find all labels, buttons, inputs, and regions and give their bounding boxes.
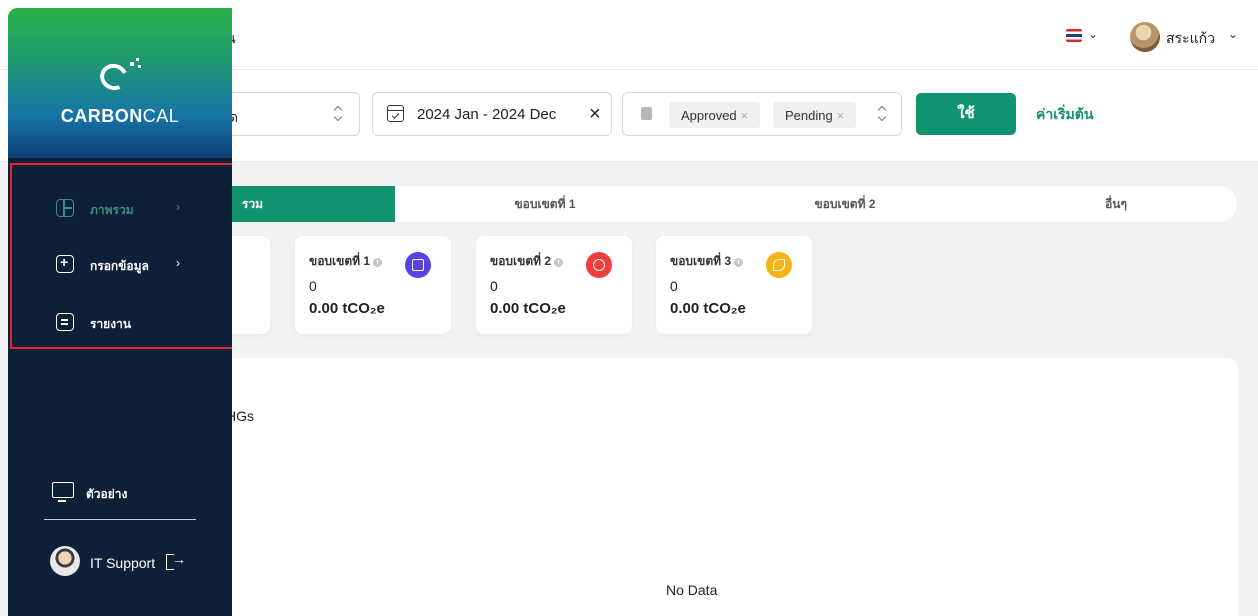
brand-header: CARBONCAL — [8, 8, 232, 158]
language-chevron-down-icon[interactable]: ⌄ — [1088, 27, 1098, 41]
user-name[interactable]: สระแก้ว — [1166, 28, 1215, 50]
clipboard-icon — [641, 107, 652, 120]
brand-name-light: CAL — [142, 106, 180, 126]
monitor-icon — [52, 482, 74, 502]
card-emission-value: 0.00 tCO₂e — [309, 300, 385, 317]
ghg-chart-panel: HGs No Data — [160, 358, 1238, 616]
support-user-name[interactable]: IT Support — [90, 555, 155, 571]
sidebar-item-label: ตัวอย่าง — [86, 487, 128, 501]
calendar-icon — [387, 105, 404, 122]
report-icon — [56, 313, 74, 331]
sidebar-item-data-entry[interactable]: + กรอกข้อมูล › — [12, 245, 232, 285]
support-avatar[interactable] — [50, 546, 80, 576]
sidebar-item-example[interactable]: ตัวอย่าง — [52, 482, 212, 506]
info-icon[interactable]: i — [373, 258, 383, 267]
status-tag-label: Pending — [785, 108, 833, 123]
status-tag-label: Approved — [681, 108, 737, 123]
status-tag-approved: Approved × — [669, 102, 761, 128]
remove-tag-icon[interactable]: × — [837, 108, 845, 123]
scope-card-1: ขอบเขตที่ 1i 0 0.00 tCO₂e — [295, 236, 451, 334]
scope-tabs: รวม ขอบเขตที่ 1 ขอบเขตที่ 2 อื่นๆ — [200, 186, 1237, 222]
status-multiselect[interactable]: Approved × Pending × — [622, 92, 902, 136]
card-title-text: ขอบเขตที่ 2 — [490, 254, 552, 268]
card-count: 0 — [309, 278, 317, 294]
date-range-picker[interactable]: 2024 Jan - 2024 Dec × — [372, 92, 612, 136]
dashboard-icon — [56, 199, 74, 217]
status-tag-pending: Pending × — [773, 102, 857, 128]
tab-scope-1[interactable]: ขอบเขตที่ 1 — [395, 186, 695, 222]
card-title-text: ขอบเขตที่ 3 — [670, 254, 732, 268]
brand-name-bold: CARBON — [60, 106, 143, 126]
clear-date-icon[interactable]: × — [589, 103, 601, 126]
tab-other[interactable]: อื่นๆ — [995, 186, 1237, 222]
select-updown-icon — [877, 105, 887, 123]
carboncal-logo-icon — [96, 58, 141, 95]
date-range-value: 2024 Jan - 2024 Dec — [417, 106, 557, 123]
tab-scope-2[interactable]: ขอบเขตที่ 2 — [695, 186, 995, 222]
info-icon[interactable]: i — [734, 258, 744, 267]
sidebar-item-overview[interactable]: ภาพรวม › — [12, 189, 232, 229]
chevron-right-icon: › — [176, 256, 180, 270]
card-emission-value: 0.00 tCO₂e — [490, 300, 566, 317]
remove-tag-icon[interactable]: × — [741, 108, 749, 123]
apply-button[interactable]: ใช้ — [916, 93, 1016, 135]
card-title: ขอบเขตที่ 1i — [309, 252, 383, 271]
logout-icon[interactable]: → — [166, 551, 186, 570]
card-title-text: ขอบเขตที่ 1 — [309, 254, 371, 268]
card-emission-value: 0.00 tCO₂e — [670, 300, 746, 317]
info-icon[interactable]: i — [554, 258, 564, 267]
sidebar: CARBONCAL ภาพรวม › + กรอกข้อมูล › รายงาน… — [8, 8, 232, 616]
reset-default-link[interactable]: ค่าเริ่มต้น — [1036, 104, 1093, 126]
sidebar-item-report[interactable]: รายงาน — [12, 303, 232, 343]
sidebar-item-label: กรอกข้อมูล — [90, 259, 149, 273]
scope-card-2: ขอบเขตที่ 2i 0 0.00 tCO₂e — [476, 236, 632, 334]
electricity-icon — [586, 252, 612, 278]
sidebar-item-label: ภาพรวม — [90, 203, 134, 217]
thai-flag-icon[interactable] — [1066, 29, 1082, 42]
card-count: 0 — [490, 278, 498, 294]
brand-name[interactable]: CARBONCAL — [8, 106, 232, 127]
select-updown-icon — [333, 105, 343, 123]
sidebar-divider — [44, 519, 196, 520]
plane-icon — [766, 252, 792, 278]
card-title: ขอบเขตที่ 2i — [490, 252, 564, 271]
add-data-icon: + — [56, 254, 74, 273]
chevron-right-icon: › — [176, 200, 180, 214]
no-data-message: No Data — [666, 582, 718, 598]
card-title: ขอบเขตที่ 3i — [670, 252, 744, 271]
factory-icon — [405, 252, 431, 278]
user-menu-chevron-down-icon[interactable]: ⌄ — [1228, 27, 1238, 41]
nav-highlight-box: ภาพรวม › + กรอกข้อมูล › รายงาน — [10, 163, 232, 349]
sidebar-item-label: รายงาน — [90, 317, 132, 331]
user-avatar[interactable] — [1130, 22, 1160, 52]
scope-card-3: ขอบเขตที่ 3i 0 0.00 tCO₂e — [656, 236, 812, 334]
card-count: 0 — [670, 278, 678, 294]
